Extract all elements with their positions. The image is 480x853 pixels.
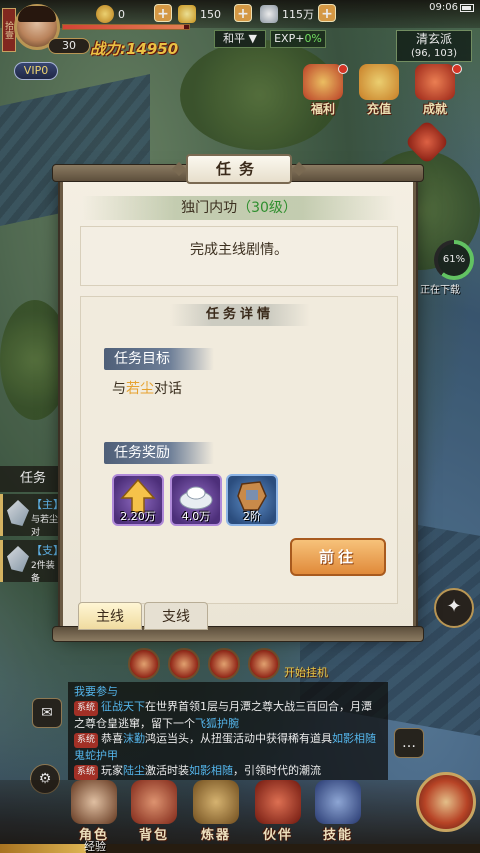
reward-amount: 2.20万 [120,510,156,523]
goal-npc-link[interactable]: 若尘 [126,381,154,397]
goal-suffix: 对话 [154,381,182,397]
goal-prefix: 与 [112,381,126,397]
reward-silver[interactable]: 4.0万 [170,474,222,526]
quest-description: 完成主线剧情。 [80,226,398,286]
goal-label: 任务目标 [104,348,214,370]
reward-label: 任务奖励 [104,442,214,464]
reward-amount: 2阶 [243,510,261,523]
reward-exp[interactable]: 2.20万 [112,474,164,526]
quest-name: 独门内功（30级） [82,196,396,220]
detail-title: 任务详情 [170,304,310,326]
dialog-title: 任务 [186,154,292,184]
tab-side-quest[interactable]: 支线 [144,602,208,630]
quest-goal: 与若尘对话 [112,378,182,398]
quest-level: （30级） [237,200,297,216]
reward-equipment[interactable]: 2阶 [226,474,278,526]
quest-name-text: 独门内功 [181,200,238,216]
reward-amount: 4.0万 [181,510,211,523]
tab-main-quest[interactable]: 主线 [78,602,142,630]
go-button[interactable]: 前往 [290,538,386,576]
